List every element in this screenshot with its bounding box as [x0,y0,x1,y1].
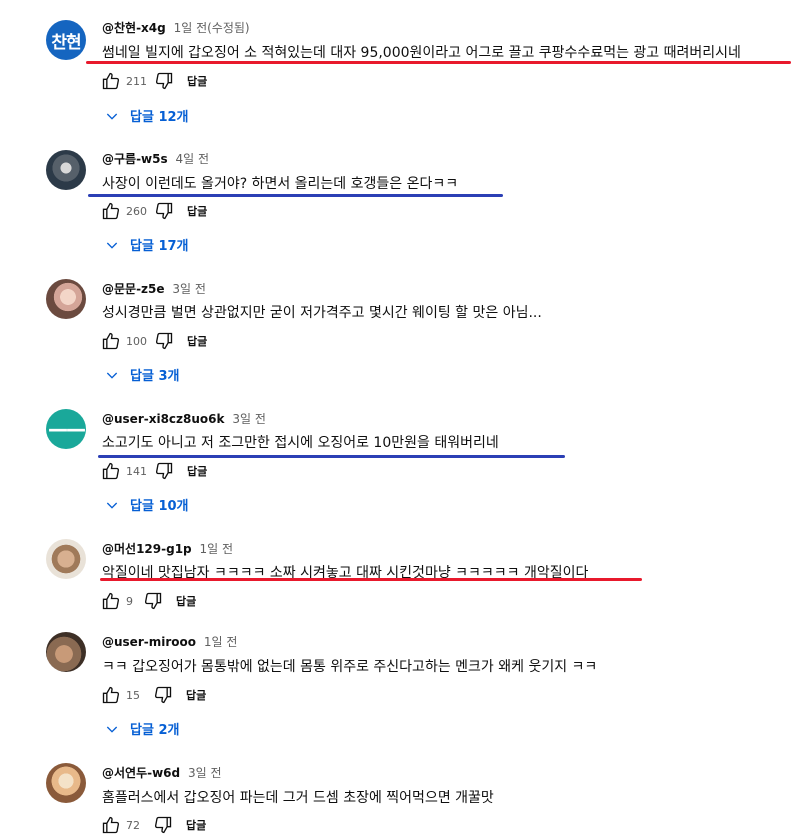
comment-time[interactable]: 3일 전 [232,412,266,426]
like-icon[interactable] [100,684,122,706]
comment-time[interactable]: 3일 전 [172,282,206,296]
comment-time[interactable]: 1일 전(수정됨) [174,21,250,35]
avatar[interactable]: —— [46,409,86,449]
blue-underline [98,455,565,458]
like-count: 211 [126,74,147,88]
like-count: 100 [126,334,147,348]
replies-label: 답글 12개 [130,110,189,125]
dislike-icon[interactable] [153,330,175,352]
dislike-icon[interactable] [152,684,174,706]
avatar[interactable]: 찬현 [46,20,86,60]
comment-author[interactable]: @user-xi8cz8uo6k [102,412,225,426]
comment-text: 소고기도 아니고 저 조그만한 접시에 오징어로 10만원을 태워버리네 [102,435,499,451]
reply-button[interactable]: 답글 [186,817,206,833]
comment-author[interactable]: @구름-w5s [102,152,168,166]
comment-actions: 72 답글 [100,814,206,836]
comment-author[interactable]: @문문-z5e [102,282,165,296]
like-icon[interactable] [100,200,122,222]
comment-text: ㅋㅋ 갑오징어가 몸통밖에 없는데 몸통 위주로 주신다고하는 멘크가 왜케 웃… [102,659,598,675]
dislike-icon[interactable] [153,70,175,92]
dislike-icon[interactable] [142,590,164,612]
avatar[interactable] [46,150,86,190]
like-icon[interactable] [100,70,122,92]
avatar[interactable] [46,539,86,579]
chevron-down-icon [106,372,118,379]
comment-author[interactable]: @user-mirooo [102,635,196,649]
like-icon[interactable] [100,814,122,836]
reply-button[interactable]: 답글 [187,333,207,349]
red-underline [86,61,791,64]
replies-label: 답글 10개 [130,499,189,514]
dislike-icon[interactable] [153,200,175,222]
view-replies-button[interactable]: 답글 2개 [104,719,179,738]
like-count: 72 [126,818,140,832]
reply-button[interactable]: 답글 [187,73,207,89]
blue-underline [88,194,503,197]
comment-actions: 211 답글 [100,70,207,92]
comment-author[interactable]: @서연두-w6d [102,766,180,780]
like-icon[interactable] [100,330,122,352]
like-count: 260 [126,204,147,218]
comment-meta: @user-xi8cz8uo6k 3일 전 [102,410,266,427]
comment-time[interactable]: 1일 전 [199,542,233,556]
view-replies-button[interactable]: 답글 17개 [104,235,189,254]
comment-meta: @구름-w5s 4일 전 [102,150,209,167]
view-replies-button[interactable]: 답글 3개 [104,365,179,384]
chevron-down-icon [106,502,118,509]
comment-actions: 100 답글 [100,330,207,352]
view-replies-button[interactable]: 답글 10개 [104,495,189,514]
comment-meta: @서연두-w6d 3일 전 [102,764,222,781]
dislike-icon[interactable] [152,814,174,836]
replies-label: 답글 17개 [130,239,189,254]
comment-text: 성시경만큼 벌면 상관없지만 굳이 저가격주고 몇시간 웨이팅 할 맛은 아님.… [102,305,542,321]
dislike-icon[interactable] [153,460,175,482]
comment-text: 썸네일 빌지에 갑오징어 소 적혀있는데 대자 95,000원이라고 어그로 끌… [102,45,741,61]
comment-author[interactable]: @찬현-x4g [102,21,166,35]
reply-button[interactable]: 답글 [186,687,206,703]
comment-actions: 260 답글 [100,200,207,222]
red-underline [100,578,642,581]
comment-actions: 15 답글 [100,684,206,706]
comment-author[interactable]: @머선129-g1p [102,542,192,556]
avatar-initials: —— [48,417,86,441]
comment-time[interactable]: 4일 전 [175,152,209,166]
like-count: 9 [126,594,133,608]
reply-button[interactable]: 답글 [187,463,207,479]
view-replies-button[interactable]: 답글 12개 [104,106,189,125]
avatar[interactable] [46,279,86,319]
comment-text: 사장이 이런데도 올거야? 하면서 올리는데 호갱들은 온다ㅋㅋ [102,176,459,192]
chevron-down-icon [106,242,118,249]
avatar-initials: 찬현 [51,32,81,53]
replies-label: 답글 2개 [130,723,180,738]
like-count: 15 [126,688,140,702]
comment-actions: 141 답글 [100,460,207,482]
reply-button[interactable]: 답글 [187,203,207,219]
reply-button[interactable]: 답글 [176,593,196,609]
comment-actions: 9 답글 [100,590,196,612]
like-icon[interactable] [100,460,122,482]
avatar[interactable] [46,763,86,803]
like-count: 141 [126,464,147,478]
comment-meta: @user-mirooo 1일 전 [102,633,237,650]
comment-text: 홈플러스에서 갑오징어 파는데 그거 드셈 초장에 찍어먹으면 개꿀맛 [102,790,494,806]
comment-time[interactable]: 1일 전 [204,635,238,649]
comment-time[interactable]: 3일 전 [188,766,222,780]
comment-meta: @머선129-g1p 1일 전 [102,540,233,557]
chevron-down-icon [106,726,118,733]
comment-meta: @찬현-x4g 1일 전(수정됨) [102,19,250,36]
comment-meta: @문문-z5e 3일 전 [102,280,206,297]
chevron-down-icon [106,113,118,120]
avatar[interactable] [46,632,86,672]
like-icon[interactable] [100,590,122,612]
replies-label: 답글 3개 [130,369,180,384]
